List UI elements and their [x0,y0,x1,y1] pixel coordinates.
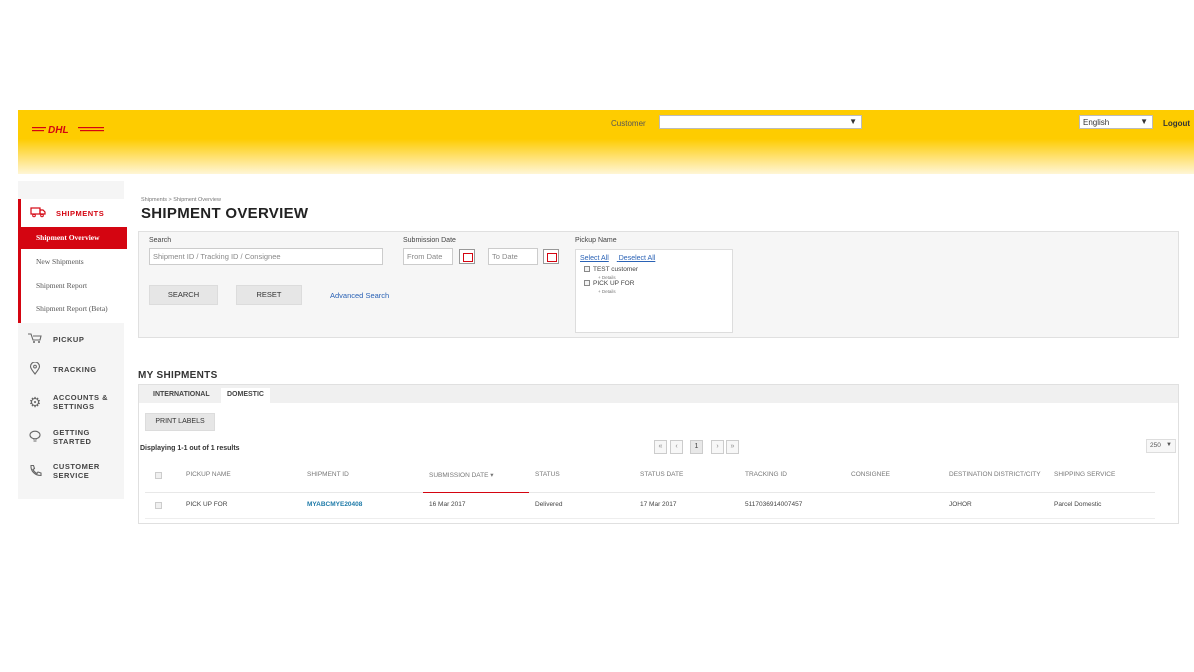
cell-pickup-name: PICK UP FOR [186,501,228,508]
sidebar-subitem-shipment-report[interactable]: Shipment Report [21,275,127,297]
divider [145,492,1155,493]
sidebar-item-shipments[interactable]: SHIPMENTS [21,201,104,225]
cell-shipment-id-link[interactable]: MYABCMYE20408 [307,501,362,508]
sort-indicator [423,492,529,493]
chevron-down-icon: ▼ [1140,117,1148,126]
sidebar: SHIPMENTS Shipment Overview New Shipment… [18,181,127,499]
sidebar-item-getting-started[interactable]: GETTING STARTED [18,425,124,449]
top-header: DHL Customer ▼ English ▼ Logout [18,110,1194,174]
column-header-submission-date[interactable]: SUBMISSION DATE ▾ [429,471,494,479]
chevron-down-icon: ▼ [849,117,857,126]
sidebar-item-customer-service[interactable]: CUSTOMER SERVICE [18,459,124,483]
column-header-shipment-id[interactable]: SHIPMENT ID [307,471,349,478]
sidebar-subitem-shipment-overview[interactable]: Shipment Overview [21,227,127,249]
truck-icon [29,206,47,220]
column-header-status-date[interactable]: STATUS DATE [640,471,683,478]
pickup-option-label: TEST customer [593,266,639,273]
results-panel: INTERNATIONAL DOMESTIC PRINT LABELS Disp… [138,384,1179,524]
tab-international[interactable]: INTERNATIONAL [147,388,216,403]
pickup-option-label: PICK UP FOR [593,280,635,287]
advanced-search-link[interactable]: Advanced Search [330,291,389,300]
prev-page-button[interactable]: ‹ [670,440,683,454]
customer-select[interactable]: ▼ [659,115,862,129]
page-title: SHIPMENT OVERVIEW [141,205,309,222]
sidebar-item-label-line1: ACCOUNTS & [53,393,108,402]
breadcrumb: Shipments > Shipment Overview [141,197,221,203]
pickup-name-list: Select All Deselect All TEST customer + … [575,249,733,333]
select-all-checkbox[interactable] [155,472,162,479]
pickup-details-link[interactable]: + Details [598,289,616,294]
results-count: Displaying 1-1 out of 1 results [140,445,240,452]
sidebar-item-accounts-settings[interactable]: ⚙ ACCOUNTS & SETTINGS [18,390,124,414]
divider [145,518,1155,519]
pickup-icon [26,332,44,346]
from-date-input[interactable]: From Date [403,248,453,265]
current-page[interactable]: 1 [690,440,703,454]
my-shipments-title: MY SHIPMENTS [138,370,218,381]
deselect-all-link[interactable]: Deselect All [619,255,656,262]
chevron-down-icon: ▼ [1166,442,1172,448]
cell-submission-date: 16 Mar 2017 [429,501,466,508]
app-root: DHL Customer ▼ English ▼ Logout SHIPMENT… [0,0,1194,672]
print-labels-button[interactable]: PRINT LABELS [145,413,215,431]
pickup-name-label: Pickup Name [575,237,617,244]
location-pin-icon [26,361,44,376]
last-page-button[interactable]: » [726,440,739,454]
sidebar-item-label: PICKUP [53,334,85,344]
tab-domestic[interactable]: DOMESTIC [221,388,270,403]
language-select[interactable]: English ▼ [1079,115,1153,129]
sidebar-item-label-line1: GETTING [53,428,90,437]
cell-shipping-service: Parcel Domestic [1054,501,1102,508]
column-header-tracking-id[interactable]: TRACKING ID [745,471,787,478]
sidebar-subitem-new-shipments[interactable]: New Shipments [21,251,127,273]
language-value: English [1083,118,1110,127]
column-header-consignee[interactable]: CONSIGNEE [851,471,890,478]
sidebar-item-tracking[interactable]: TRACKING [18,357,124,381]
phone-icon [26,464,44,478]
sidebar-item-pickup[interactable]: PICKUP [18,327,124,351]
tab-bar: INTERNATIONAL DOMESTIC [139,385,1178,403]
lightbulb-icon [26,430,44,444]
search-input[interactable]: Shipment ID / Tracking ID / Consignee [149,248,383,265]
logo-text: DHL [48,125,69,134]
column-header-status[interactable]: STATUS [535,471,560,478]
column-header-pickup-name[interactable]: PICKUP NAME [186,471,231,478]
checkbox[interactable] [584,266,590,273]
sidebar-subitem-shipment-report-beta[interactable]: Shipment Report (Beta) [21,298,127,320]
search-button[interactable]: SEARCH [149,285,218,305]
next-page-button[interactable]: › [711,440,724,454]
per-page-select[interactable]: 250 ▼ [1146,439,1176,453]
cell-status: Delivered [535,501,563,508]
sidebar-item-label: TRACKING [53,364,97,374]
column-header-shipping-service[interactable]: SHIPPING SERVICE [1054,471,1115,478]
sidebar-item-label-line2: SERVICE [53,471,90,480]
cell-destination: JOHOR [949,501,972,508]
checkbox[interactable] [584,280,590,287]
sidebar-item-label-line2: STARTED [53,437,92,446]
submission-date-label: Submission Date [403,237,456,244]
cell-tracking-id: 5117036914007457 [745,501,803,508]
customer-label: Customer [611,119,646,128]
sidebar-item-label: SHIPMENTS [56,208,105,218]
per-page-value: 250 [1150,442,1161,449]
dhl-logo[interactable]: DHL [32,124,104,134]
select-all-link[interactable]: Select All [580,255,609,262]
row-checkbox[interactable] [155,502,162,509]
column-header-destination[interactable]: DESTINATION DISTRICT/CITY [949,471,1041,478]
pickup-option[interactable]: TEST customer [584,266,638,273]
search-label: Search [149,237,172,244]
calendar-icon[interactable] [459,249,475,264]
gear-icon: ⚙ [28,394,42,410]
first-page-button[interactable]: « [654,440,667,454]
search-panel: Search Shipment ID / Tracking ID / Consi… [138,231,1179,338]
pickup-option[interactable]: PICK UP FOR [584,280,634,287]
shipments-nav-group: SHIPMENTS Shipment Overview New Shipment… [18,199,127,323]
reset-button[interactable]: RESET [236,285,302,305]
sidebar-item-label-line1: CUSTOMER [53,462,100,471]
calendar-icon[interactable] [543,249,559,264]
to-date-input[interactable]: To Date [488,248,538,265]
sidebar-item-label-line2: SETTINGS [53,402,95,411]
logout-link[interactable]: Logout [1163,119,1190,128]
cell-status-date: 17 Mar 2017 [640,501,677,508]
